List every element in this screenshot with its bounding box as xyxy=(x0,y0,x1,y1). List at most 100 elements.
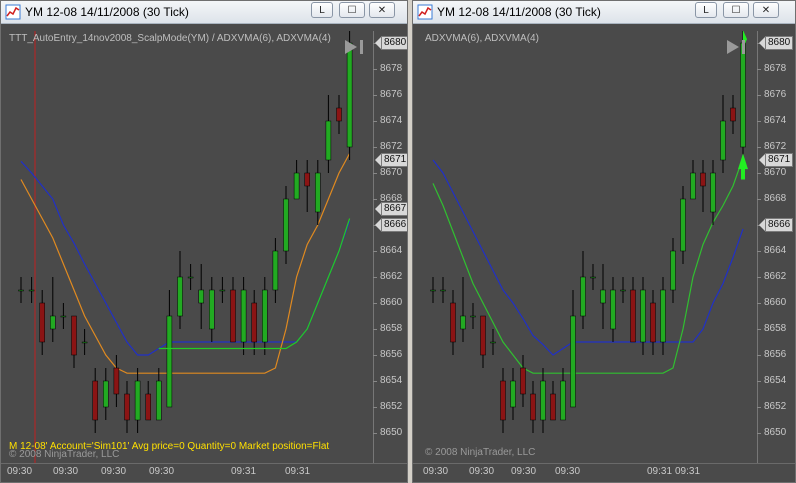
candle-body[interactable] xyxy=(336,107,342,122)
time-tick-label: 09:31 xyxy=(647,466,673,477)
maximize-button[interactable]: ☐ xyxy=(339,2,365,18)
candle-body[interactable] xyxy=(630,289,636,343)
candle-body[interactable] xyxy=(700,172,706,187)
candle-body[interactable] xyxy=(103,380,109,408)
candle-body[interactable] xyxy=(166,315,173,408)
left-chart-canvas[interactable] xyxy=(1,30,373,463)
candle-body[interactable] xyxy=(325,120,332,161)
candle-body[interactable] xyxy=(315,172,321,213)
price-tick-label: 8664 xyxy=(764,245,787,256)
candle-body[interactable] xyxy=(430,289,436,292)
candle-body[interactable] xyxy=(346,42,353,148)
price-tick-label: 8656 xyxy=(764,349,787,360)
candle-body[interactable] xyxy=(710,172,716,213)
price-marker-tag: 8680 xyxy=(374,36,407,50)
candle-body[interactable] xyxy=(500,380,506,421)
candle-body[interactable] xyxy=(450,302,456,343)
candle-body[interactable] xyxy=(50,315,56,330)
candle-body[interactable] xyxy=(113,367,120,395)
candle-body[interactable] xyxy=(690,172,696,200)
candle-body[interactable] xyxy=(620,289,626,292)
candle-body[interactable] xyxy=(560,380,566,421)
candle-body[interactable] xyxy=(610,289,616,330)
price-tick-label: 8676 xyxy=(764,89,787,100)
left-time-axis[interactable]: 09:30 09:30 09:30 09:30 09:31 09:31 xyxy=(1,463,407,482)
candle-body[interactable] xyxy=(440,289,446,292)
candle-body[interactable] xyxy=(198,289,204,304)
price-tick-label: 8660 xyxy=(380,297,403,308)
candle-body[interactable] xyxy=(219,289,226,292)
candle-body[interactable] xyxy=(187,276,194,279)
price-tick-mark xyxy=(373,69,377,70)
candle-body[interactable] xyxy=(590,276,596,279)
price-tick-label: 8664 xyxy=(380,245,403,256)
candle-body[interactable] xyxy=(28,289,35,292)
candle-body[interactable] xyxy=(740,42,746,148)
candle-body[interactable] xyxy=(156,380,162,421)
candle-body[interactable] xyxy=(230,289,236,343)
price-tick-mark xyxy=(757,433,761,434)
price-tick-label: 8674 xyxy=(380,115,403,126)
candle-body[interactable] xyxy=(650,302,656,343)
scroll-to-end-icon[interactable] xyxy=(725,38,749,56)
candle-body[interactable] xyxy=(304,172,310,187)
candle-body[interactable] xyxy=(530,393,536,421)
right-chart-canvas[interactable] xyxy=(413,30,757,463)
right-price-panel[interactable] xyxy=(413,30,757,463)
chart-icon xyxy=(417,4,433,20)
candle-body[interactable] xyxy=(460,315,466,330)
link-button[interactable]: L xyxy=(695,2,717,18)
price-marker-tag: 8666 xyxy=(374,218,407,232)
candle-body[interactable] xyxy=(293,172,300,200)
candle-body[interactable] xyxy=(39,302,45,343)
candle-body[interactable] xyxy=(730,107,736,122)
candle-body[interactable] xyxy=(92,380,98,421)
candle-body[interactable] xyxy=(209,289,215,330)
candle-body[interactable] xyxy=(470,315,476,318)
candle-body[interactable] xyxy=(680,198,686,252)
candle-body[interactable] xyxy=(580,276,586,317)
candle-body[interactable] xyxy=(670,250,676,291)
candle-body[interactable] xyxy=(720,120,726,161)
candle-body[interactable] xyxy=(124,393,130,421)
price-tick-mark xyxy=(757,407,761,408)
candle-body[interactable] xyxy=(640,289,646,343)
candle-body[interactable] xyxy=(660,289,666,343)
scroll-to-end-icon[interactable] xyxy=(343,38,367,56)
candle-body[interactable] xyxy=(81,341,88,344)
candle-body[interactable] xyxy=(283,198,289,252)
candle-body[interactable] xyxy=(272,250,279,291)
candle-body[interactable] xyxy=(18,289,24,292)
candle-body[interactable] xyxy=(550,393,556,421)
candle-body[interactable] xyxy=(60,315,67,318)
time-tick-label: 09:31 xyxy=(675,466,701,477)
left-titlebar[interactable]: YM 12-08 14/11/2008 (30 Tick) L ☐ ✕ xyxy=(1,1,407,24)
candle-body[interactable] xyxy=(251,302,257,343)
price-tick-mark xyxy=(373,121,377,122)
time-tick-label: 09:30 xyxy=(469,466,495,477)
close-button[interactable]: ✕ xyxy=(369,2,395,18)
candle-body[interactable] xyxy=(490,341,496,344)
candle-body[interactable] xyxy=(520,367,526,395)
candle-body[interactable] xyxy=(240,289,247,343)
candle-body[interactable] xyxy=(540,380,546,421)
candle-body[interactable] xyxy=(510,380,516,408)
price-tick-label: 8678 xyxy=(380,63,403,74)
maximize-button[interactable]: ☐ xyxy=(723,2,749,18)
right-titlebar[interactable]: YM 12-08 14/11/2008 (30 Tick) L ☐ ✕ xyxy=(413,1,795,24)
candle-body[interactable] xyxy=(600,289,606,304)
price-tick-label: 8654 xyxy=(764,375,787,386)
candle-body[interactable] xyxy=(134,380,141,421)
candle-body[interactable] xyxy=(570,315,576,408)
right-time-axis[interactable]: 09:30 09:30 09:30 09:30 09:31 09:31 xyxy=(413,463,795,482)
price-tick-mark xyxy=(757,251,761,252)
link-button[interactable]: L xyxy=(311,2,333,18)
candle-body[interactable] xyxy=(262,289,268,343)
left-price-panel[interactable] xyxy=(1,30,373,463)
candle-body[interactable] xyxy=(71,315,77,356)
close-button[interactable]: ✕ xyxy=(753,2,779,18)
candle-body[interactable] xyxy=(145,393,151,421)
candle-body[interactable] xyxy=(177,276,183,317)
candle-body[interactable] xyxy=(480,315,486,356)
adxvma4-line xyxy=(20,153,351,374)
